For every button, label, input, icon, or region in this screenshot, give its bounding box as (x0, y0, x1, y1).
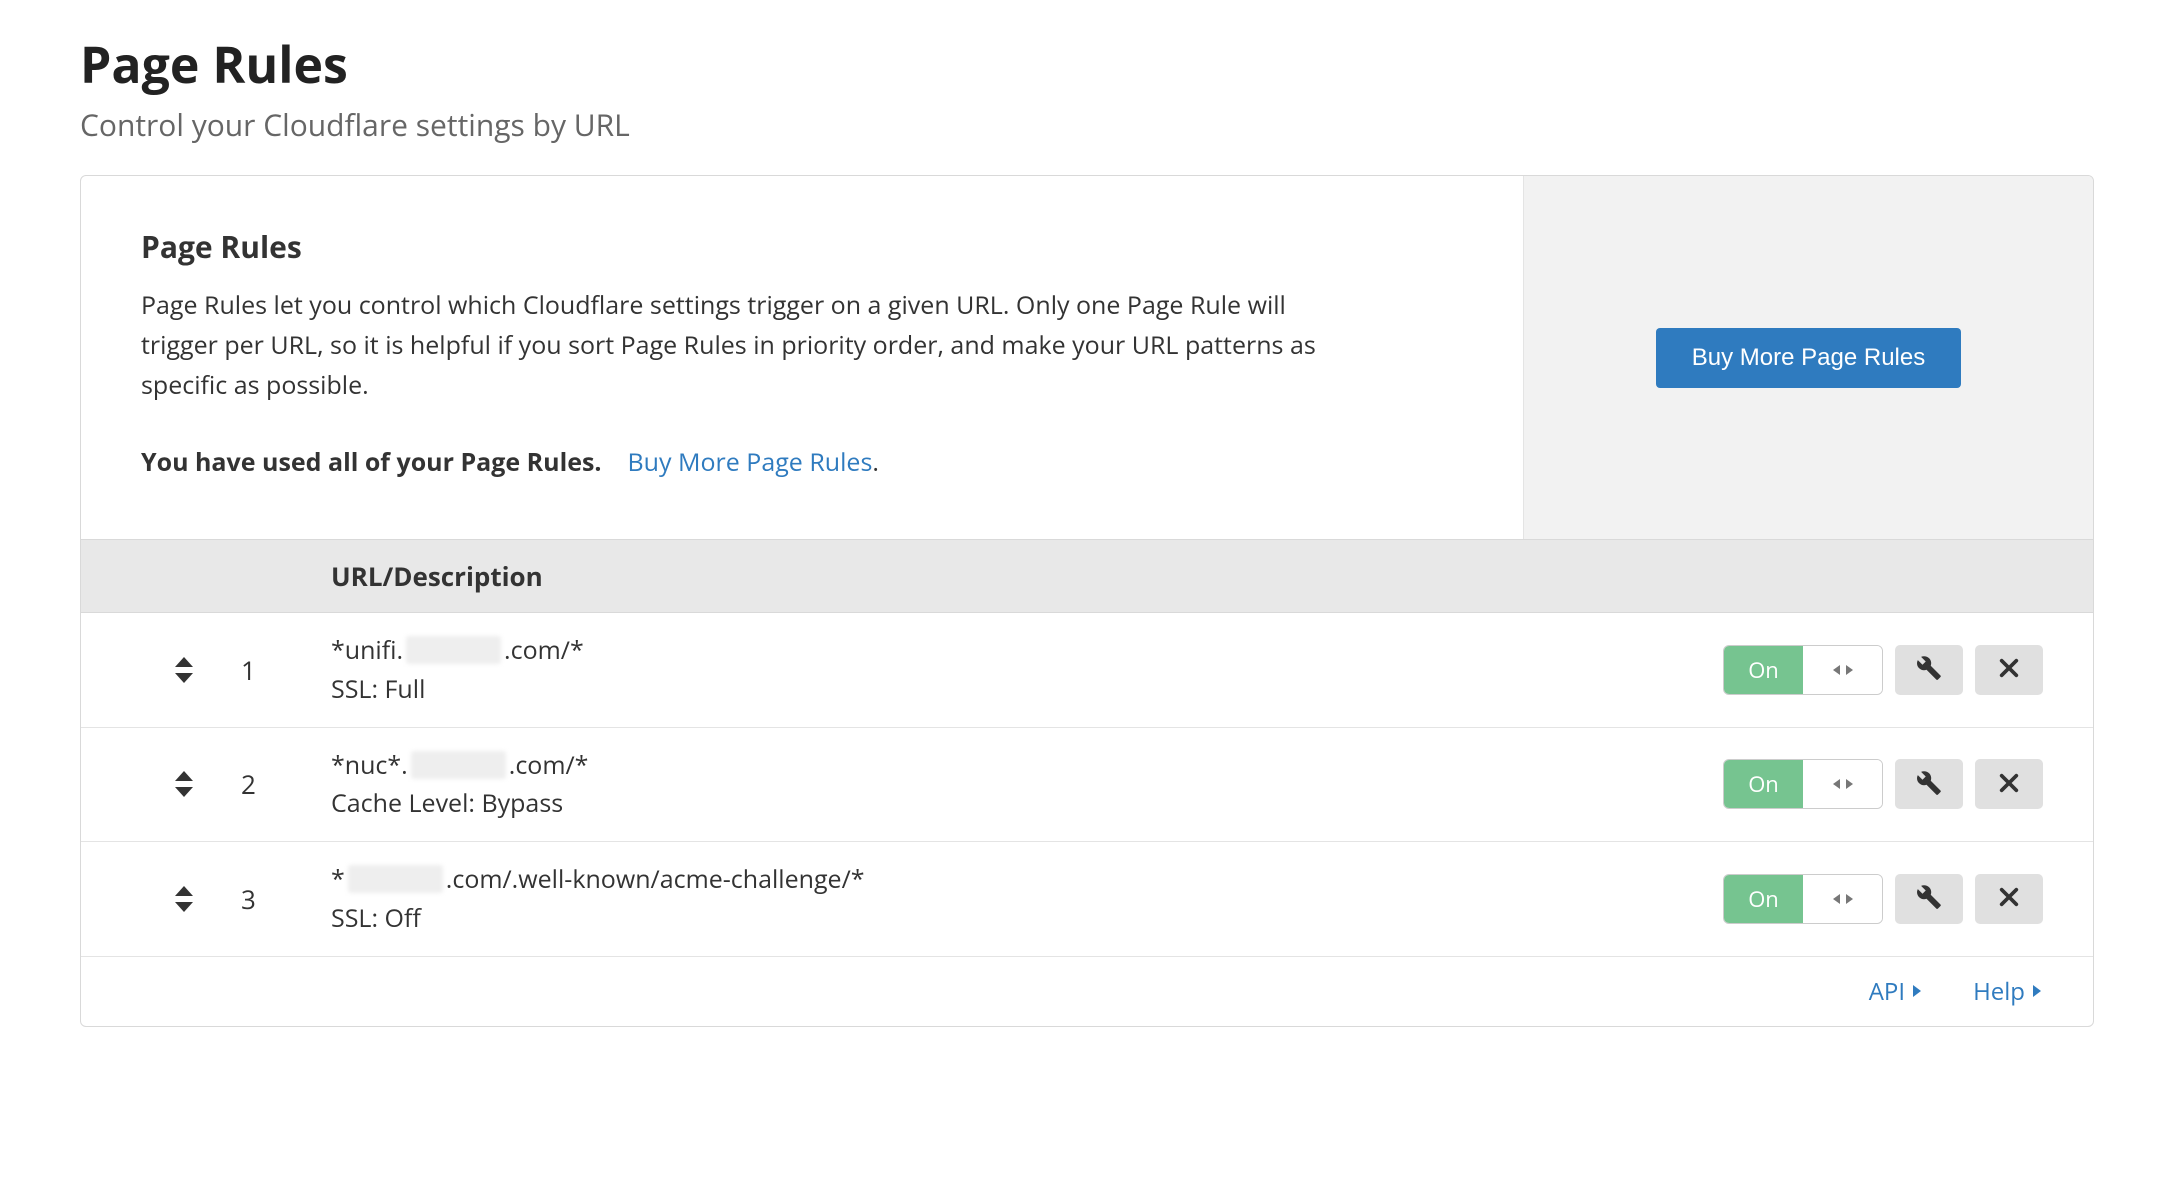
close-icon (1998, 886, 2020, 911)
rule-order: 2 (241, 766, 331, 802)
toggle-handle-icon (1803, 760, 1882, 808)
close-icon (1998, 657, 2020, 682)
caret-right-icon (2031, 983, 2043, 999)
rule-url: * .com/.well-known/acme-challenge/* (331, 860, 1723, 899)
table-row: 3 * .com/.well-known/acme-challenge/* SS… (81, 842, 2093, 957)
toggle-handle-icon (1803, 875, 1882, 923)
redacted-domain (406, 636, 501, 664)
caret-right-icon (1911, 983, 1923, 999)
rule-url-pre: *unifi. (331, 631, 403, 670)
rule-settings: Cache Level: Bypass (331, 784, 1723, 823)
rule-url: *nuc*. .com/* (331, 746, 1723, 785)
table-row: 2 *nuc*. .com/* Cache Level: Bypass On (81, 728, 2093, 843)
rule-url-post: .com/.well-known/acme-challenge/* (446, 860, 865, 899)
api-link[interactable]: API (1869, 975, 1923, 1008)
delete-rule-button[interactable] (1975, 874, 2043, 924)
card-description: Page Rules let you control which Cloudfl… (141, 285, 1361, 405)
redacted-domain (411, 751, 506, 779)
card-footer: API Help (81, 957, 2093, 1026)
page-subtitle: Control your Cloudflare settings by URL (80, 104, 2094, 145)
rule-order: 1 (241, 652, 331, 688)
rule-url-post: .com/* (504, 631, 584, 670)
rule-url: *unifi. .com/* (331, 631, 1723, 670)
wrench-icon (1916, 884, 1942, 913)
edit-rule-button[interactable] (1895, 874, 1963, 924)
toggle-on-label: On (1724, 760, 1803, 808)
page-title: Page Rules (80, 30, 2094, 98)
delete-rule-button[interactable] (1975, 645, 2043, 695)
edit-rule-button[interactable] (1895, 645, 1963, 695)
table-row: 1 *unifi. .com/* SSL: Full On (81, 613, 2093, 728)
toggle-switch[interactable]: On (1723, 759, 1883, 809)
sort-handle-icon[interactable] (171, 769, 197, 799)
toggle-on-label: On (1724, 646, 1803, 694)
redacted-domain (348, 865, 443, 893)
page-rules-card: Page Rules Page Rules let you control wh… (80, 175, 2094, 1027)
card-title: Page Rules (141, 226, 1463, 267)
rule-order: 3 (241, 881, 331, 917)
edit-rule-button[interactable] (1895, 759, 1963, 809)
usage-prefix: You have used all of your Page Rules. (141, 445, 602, 479)
api-link-label: API (1869, 975, 1905, 1008)
rule-url-post: .com/* (509, 746, 589, 785)
help-link-label: Help (1973, 975, 2025, 1008)
close-icon (1998, 772, 2020, 797)
rule-settings: SSL: Off (331, 899, 1723, 938)
usage-suffix: . (872, 445, 879, 479)
delete-rule-button[interactable] (1975, 759, 2043, 809)
sort-handle-icon[interactable] (171, 884, 197, 914)
toggle-switch[interactable]: On (1723, 645, 1883, 695)
usage-status: You have used all of your Page Rules. Bu… (141, 445, 1463, 479)
rule-settings: SSL: Full (331, 670, 1723, 709)
toggle-handle-icon (1803, 646, 1882, 694)
rule-url-pre: *nuc*. (331, 746, 408, 785)
rule-url-pre: * (331, 860, 345, 899)
help-link[interactable]: Help (1973, 975, 2043, 1008)
wrench-icon (1916, 770, 1942, 799)
toggle-on-label: On (1724, 875, 1803, 923)
wrench-icon (1916, 655, 1942, 684)
sort-handle-icon[interactable] (171, 655, 197, 685)
rules-list: 1 *unifi. .com/* SSL: Full On (81, 613, 2093, 957)
buy-more-link-inline[interactable]: Buy More Page Rules (628, 445, 873, 479)
toggle-switch[interactable]: On (1723, 874, 1883, 924)
buy-more-button[interactable]: Buy More Page Rules (1656, 328, 1961, 388)
table-header-url: URL/Description (81, 539, 2093, 613)
